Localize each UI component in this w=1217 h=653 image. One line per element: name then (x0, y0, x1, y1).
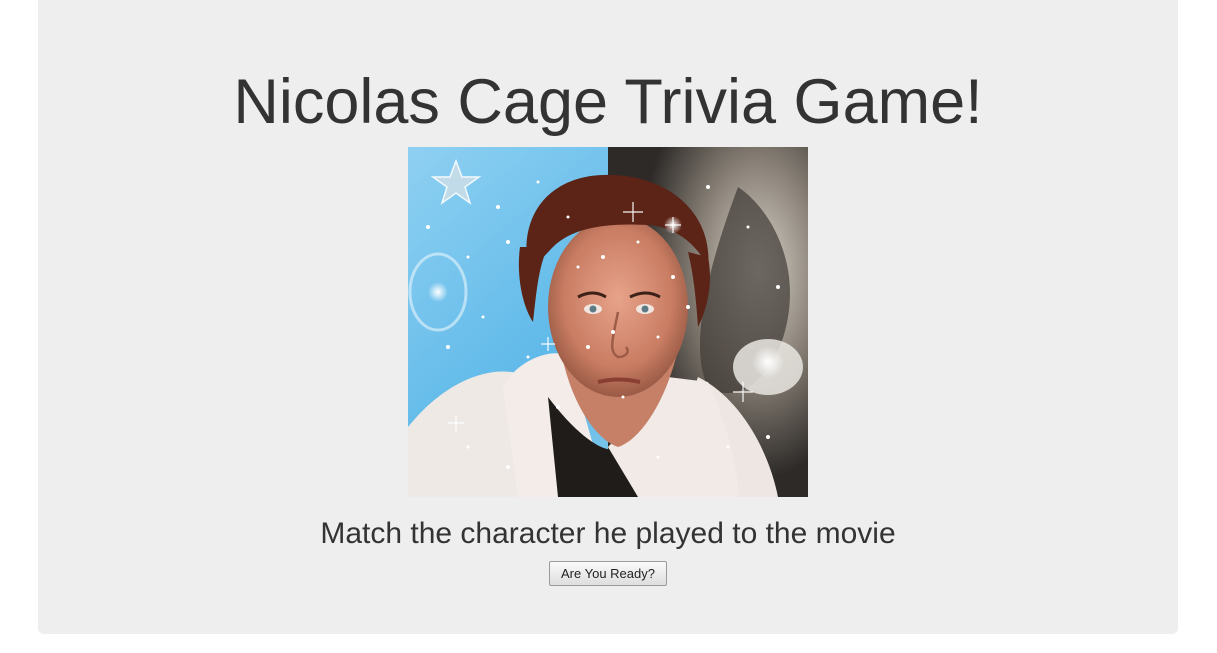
page-subtitle: Match the character he played to the mov… (320, 517, 896, 550)
page-title: Nicolas Cage Trivia Game! (233, 67, 983, 137)
start-game-button[interactable]: Are You Ready? (549, 561, 667, 586)
jumbotron-panel: Nicolas Cage Trivia Game! Match the char… (38, 0, 1178, 634)
hero-portrait-image (408, 147, 808, 497)
